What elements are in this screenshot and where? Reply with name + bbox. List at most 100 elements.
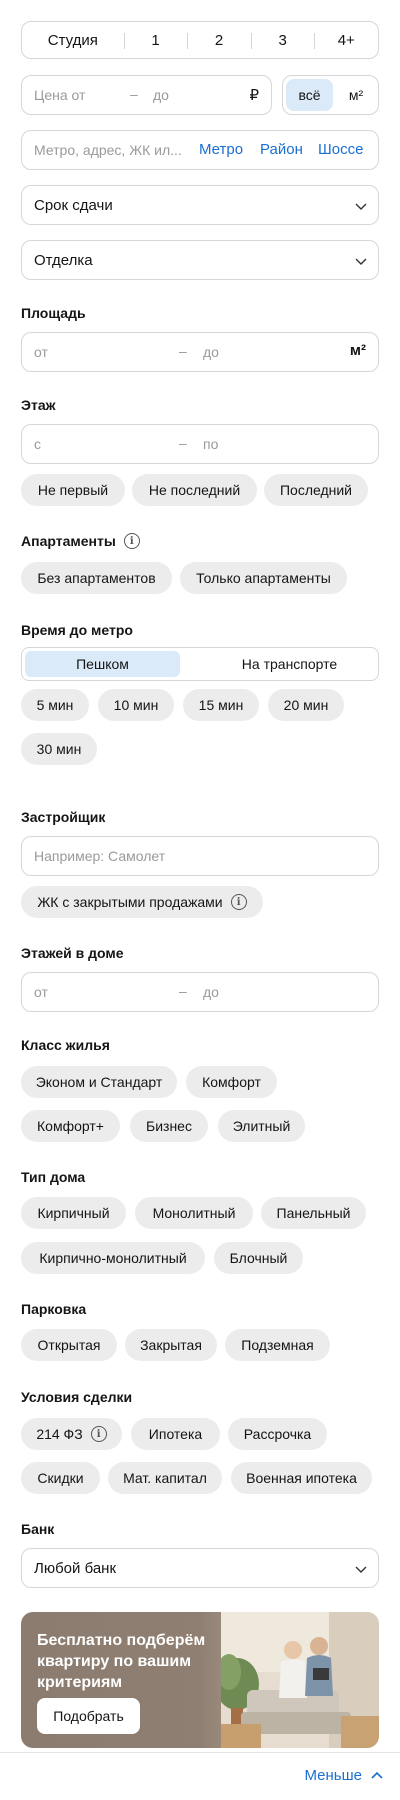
area-range-input: от – до м² — [21, 332, 379, 372]
parking-open[interactable]: Открытая — [21, 1329, 117, 1361]
house-type-block[interactable]: Блочный — [214, 1242, 303, 1274]
floor-from-input[interactable]: с — [34, 436, 41, 452]
less-label: Меньше — [304, 1767, 362, 1784]
class-option-elite[interactable]: Элитный — [218, 1110, 305, 1142]
price-to-input[interactable]: до — [153, 87, 169, 103]
deal-mortgage[interactable]: Ипотека — [131, 1418, 220, 1450]
deal-maternity-capital[interactable]: Мат. капитал — [108, 1462, 222, 1494]
footer-bar: Меньше — [0, 1752, 400, 1800]
price-range-input[interactable]: Цена от – до ₽ — [21, 75, 272, 115]
house-type-brick-monolith[interactable]: Кирпично-монолитный — [21, 1242, 205, 1274]
closed-sales-label: ЖК с закрытыми продажами — [37, 894, 223, 910]
apartments-title-text: Апартаменты — [21, 533, 116, 549]
floor-option-not-first[interactable]: Не первый — [21, 474, 125, 506]
class-option-comfort-plus[interactable]: Комфорт+ — [21, 1110, 120, 1142]
district-link[interactable]: Район — [260, 141, 303, 158]
price-unit-toggle: всё м² — [282, 75, 379, 115]
house-type-panel[interactable]: Панельный — [261, 1197, 366, 1229]
floor-option-not-last[interactable]: Не последний — [132, 474, 257, 506]
class-option-comfort[interactable]: Комфорт — [186, 1066, 277, 1098]
promo-button[interactable]: Подобрать — [37, 1698, 140, 1734]
metro-time-20[interactable]: 20 мин — [268, 689, 344, 721]
location-input[interactable]: Метро, адрес, ЖК ил... — [34, 142, 182, 158]
price-dash: – — [130, 86, 138, 102]
area-dash: – — [179, 343, 187, 359]
less-button[interactable]: Меньше — [305, 1767, 384, 1784]
currency-label: ₽ — [249, 87, 259, 104]
class-option-business[interactable]: Бизнес — [130, 1110, 208, 1142]
area-from-input[interactable]: от — [34, 344, 48, 360]
floor-range-input: с – по — [21, 424, 379, 464]
housing-class-title: Класс жилья — [21, 1037, 110, 1053]
floors-from-input[interactable]: от — [34, 984, 48, 1000]
metro-time-5[interactable]: 5 мин — [21, 689, 89, 721]
bank-title: Банк — [21, 1521, 55, 1537]
chevron-down-icon — [355, 203, 367, 210]
rooms-option-2[interactable]: 2 — [187, 22, 251, 58]
deadline-label: Срок сдачи — [34, 196, 113, 214]
metro-link[interactable]: Метро — [199, 141, 243, 158]
deal-214fz-label: 214 ФЗ — [36, 1426, 83, 1442]
promo-text: Бесплатно подберём квартиру по вашим кри… — [37, 1632, 206, 1691]
rooms-option-3[interactable]: 3 — [250, 22, 315, 58]
area-unit: м² — [349, 342, 366, 359]
floors-to-input[interactable]: до — [203, 984, 219, 1000]
house-type-brick[interactable]: Кирпичный — [21, 1197, 126, 1229]
metro-mode-transport[interactable]: На транспорте — [202, 651, 377, 677]
chevron-down-icon — [355, 1566, 367, 1573]
metro-time-title: Время до метро — [21, 622, 133, 638]
apartments-title: Апартаменты i — [21, 533, 140, 549]
area-title: Площадь — [21, 305, 86, 321]
floors-in-house-range: от – до — [21, 972, 379, 1012]
deal-discounts[interactable]: Скидки — [21, 1462, 100, 1494]
deal-military-mortgage[interactable]: Военная ипотека — [231, 1462, 372, 1494]
chevron-down-icon — [355, 258, 367, 265]
metro-time-15[interactable]: 15 мин — [183, 689, 259, 721]
deal-terms-title: Условия сделки — [21, 1389, 133, 1405]
rooms-option-4plus[interactable]: 4+ — [314, 22, 378, 58]
metro-time-10[interactable]: 10 мин — [98, 689, 174, 721]
metro-time-30[interactable]: 30 мин — [21, 733, 97, 765]
finish-label: Отделка — [34, 251, 93, 269]
info-icon[interactable]: i — [123, 533, 140, 549]
class-option-econom[interactable]: Эконом и Стандарт — [21, 1066, 177, 1098]
promo-photo — [221, 1612, 379, 1748]
rooms-option-studio[interactable]: Студия — [22, 22, 124, 58]
deal-214fz[interactable]: 214 ФЗ i — [21, 1418, 122, 1450]
deadline-select[interactable]: Срок сдачи — [21, 185, 379, 225]
price-unit-all[interactable]: всё — [286, 79, 333, 111]
price-from-input[interactable]: Цена от — [34, 87, 85, 103]
bank-value: Любой банк — [34, 1559, 117, 1577]
finish-select[interactable]: Отделка — [21, 240, 379, 280]
promo-banner: Бесплатно подберём квартиру по вашим кри… — [21, 1612, 379, 1748]
apartments-option-only[interactable]: Только апартаменты — [180, 562, 347, 594]
floors-in-house-title: Этажей в доме — [21, 945, 124, 961]
info-icon[interactable]: i — [90, 1426, 107, 1442]
area-to-input[interactable]: до — [203, 344, 219, 360]
developer-title: Застройщик — [21, 809, 106, 825]
floor-dash: – — [179, 435, 187, 451]
apartments-option-without[interactable]: Без апартаментов — [21, 562, 172, 594]
developer-placeholder: Например: Самолет — [34, 848, 166, 864]
rooms-option-1[interactable]: 1 — [123, 22, 188, 58]
bank-select[interactable]: Любой банк — [21, 1548, 379, 1588]
metro-mode-walk[interactable]: Пешком — [25, 651, 180, 677]
deal-installment[interactable]: Рассрочка — [228, 1418, 327, 1450]
highway-link[interactable]: Шоссе — [318, 141, 363, 158]
info-icon[interactable]: i — [230, 894, 247, 910]
metro-mode-toggle: Пешком На транспорте — [21, 647, 379, 681]
floor-title: Этаж — [21, 397, 56, 413]
closed-sales-chip[interactable]: ЖК с закрытыми продажами i — [21, 886, 263, 918]
floors-dash: – — [179, 983, 187, 999]
floor-to-input[interactable]: по — [203, 436, 218, 452]
parking-closed[interactable]: Закрытая — [125, 1329, 217, 1361]
parking-underground[interactable]: Подземная — [225, 1329, 330, 1361]
parking-title: Парковка — [21, 1301, 87, 1317]
house-type-monolith[interactable]: Монолитный — [135, 1197, 253, 1229]
rooms-selector: Студия 1 2 3 4+ — [21, 21, 379, 59]
price-unit-m2[interactable]: м² — [335, 79, 377, 111]
floor-option-last[interactable]: Последний — [264, 474, 368, 506]
house-type-title: Тип дома — [21, 1169, 86, 1185]
developer-input[interactable]: Например: Самолет — [21, 836, 379, 876]
chevron-up-icon — [371, 1771, 383, 1779]
